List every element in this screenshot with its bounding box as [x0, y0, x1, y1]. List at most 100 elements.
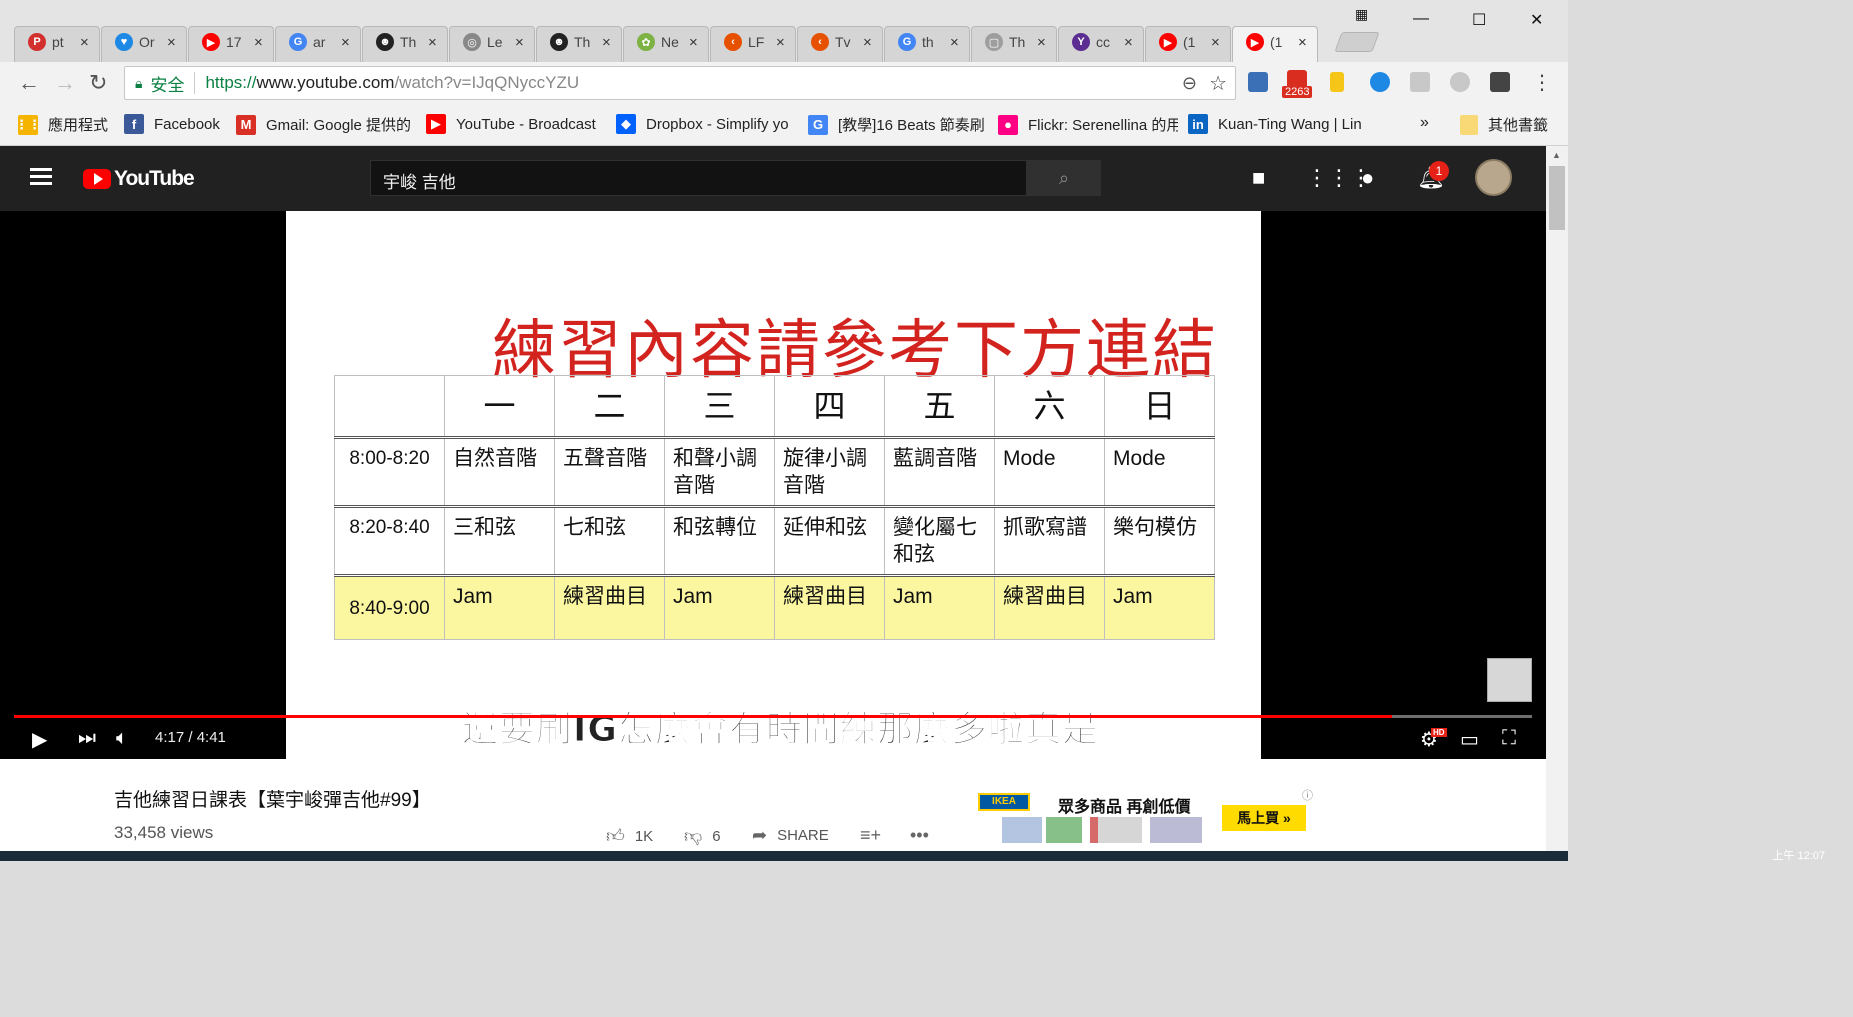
schedule-cell: 變化屬七和弦 — [884, 506, 995, 577]
schedule-cell: Jam — [664, 575, 775, 640]
maximize-button[interactable]: ☐ — [1472, 10, 1486, 30]
bookmark-item[interactable]: ▶ YouTube - Broadcast — [426, 114, 596, 134]
browser-tab[interactable]: ✿ Ne × — [621, 22, 708, 62]
reload-button[interactable]: ↻ — [89, 70, 107, 96]
tab-close-icon[interactable]: × — [776, 34, 785, 51]
y-extension-icon[interactable] — [1450, 72, 1470, 92]
dropbox-extension-icon[interactable] — [1410, 72, 1430, 92]
ad-buy-button[interactable]: 馬上買 » — [1222, 805, 1306, 831]
taskbar-clock: 上午 12:07 — [1772, 850, 1825, 862]
add-to-playlist-button[interactable]: ≡+ — [860, 825, 891, 846]
page-scrollbar[interactable]: ▲ — [1546, 146, 1568, 861]
like-button[interactable]: 👍︎ 1K — [606, 825, 653, 847]
pushbullet-extension-icon[interactable] — [1330, 72, 1344, 92]
tab-close-icon[interactable]: × — [863, 34, 872, 51]
linkedin-icon: in — [1188, 114, 1208, 134]
day-header-cell: 四 — [774, 375, 885, 439]
practice-schedule-table: 一二三四五六日 8:00-8:20 自然音階 五聲音階 和聲小調音階 旋律小調音階 藍調音階… — [334, 375, 1215, 640]
forward-button[interactable]: → — [54, 70, 76, 96]
browser-tab[interactable]: Gth × — [882, 22, 969, 62]
bookmark-item[interactable]: M Gmail: Google 提供的 — [236, 114, 411, 135]
bookmark-item[interactable]: ⋮⋮ 應用程式 — [15, 114, 108, 135]
heart-extension-icon[interactable] — [1370, 72, 1390, 92]
volume-icon[interactable]: 🔈︎ — [116, 727, 128, 750]
tab-close-icon[interactable]: × — [1037, 34, 1046, 51]
upload-video-icon[interactable]: ■ — [1252, 165, 1265, 191]
apps-grid-icon: ⋮⋮ — [15, 114, 41, 135]
tab-title: pt — [52, 34, 64, 50]
zoom-icon[interactable]: ⊖ — [1182, 73, 1197, 94]
tab-favicon-icon: ▶ — [1159, 33, 1177, 51]
tab-favicon-icon: Y — [1072, 33, 1090, 51]
tab-close-icon[interactable]: × — [689, 34, 698, 51]
search-button[interactable]: ⌕ — [1027, 160, 1101, 196]
browser-tab[interactable]: Ycc × — [1056, 22, 1143, 62]
tab-favicon-icon: ✿ — [637, 33, 655, 51]
minimize-button[interactable]: — — [1413, 10, 1429, 28]
avatar[interactable] — [1475, 159, 1512, 196]
bookmarks-overflow-button[interactable]: » — [1420, 114, 1429, 132]
browser-tab[interactable]: ◎ Le × — [447, 22, 534, 62]
tab-close-icon[interactable]: × — [341, 34, 350, 51]
other-bookmarks-folder[interactable]: 其他書籤 — [1460, 114, 1548, 135]
tab-close-icon[interactable]: × — [602, 34, 611, 51]
bookmark-item[interactable]: in Kuan-Ting Wang | Lin — [1188, 114, 1362, 134]
fullscreen-icon[interactable]: ⛶ — [1502, 727, 1516, 750]
theater-mode-icon[interactable]: ▭ — [1460, 727, 1479, 752]
bookmark-item[interactable]: ◆ Dropbox - Simplify yo — [616, 114, 789, 134]
cast-icon[interactable]: ▦ — [1355, 6, 1368, 23]
download-extension-icon[interactable] — [1248, 72, 1268, 92]
browser-menu-icon[interactable]: ⋮ — [1532, 70, 1552, 95]
bookmark-item[interactable]: ● Flickr: Serenellina 的用 — [998, 114, 1178, 135]
play-button[interactable]: ▶ — [32, 727, 47, 752]
tab-close-icon[interactable]: × — [950, 34, 959, 51]
tab-favicon-icon: ☻ — [550, 33, 568, 51]
browser-tab[interactable]: ☻ Th × — [534, 22, 621, 62]
browser-tab[interactable]: ♥ Or × — [99, 22, 186, 62]
browser-tab[interactable]: ▢ Th × — [969, 22, 1056, 62]
lightbulb-extension-icon[interactable] — [1490, 72, 1510, 92]
ikea-logo: IKEA — [978, 793, 1030, 811]
bookmark-item[interactable]: G [教學]16 Beats 節奏刷 — [808, 114, 985, 135]
scroll-up-icon[interactable]: ▲ — [1552, 150, 1561, 160]
schedule-cell: 七和弦 — [554, 506, 665, 577]
browser-tab[interactable]: Ppt × — [12, 22, 99, 62]
tab-close-icon[interactable]: × — [1211, 34, 1220, 51]
bookmark-star-icon[interactable]: ☆ — [1209, 71, 1227, 96]
channel-watermark[interactable] — [1487, 658, 1532, 702]
gmail-icon: M — [236, 114, 256, 135]
share-button[interactable]: ➦ SHARE — [752, 825, 829, 846]
tab-close-icon[interactable]: × — [515, 34, 524, 51]
tab-close-icon[interactable]: × — [1298, 34, 1307, 51]
video-player[interactable]: 練習內容請參考下方連結 一二三四五六日 8:00-8:20 自然音階 五聲音階 和聲小調… — [0, 211, 1546, 759]
new-tab-button[interactable] — [1334, 32, 1380, 52]
scrollbar-thumb[interactable] — [1549, 166, 1565, 230]
tab-close-icon[interactable]: × — [254, 34, 263, 51]
tab-close-icon[interactable]: × — [1124, 34, 1133, 51]
address-bar[interactable]: 🔒︎ 安全 https:// www.youtube.com /watch?v=… — [124, 66, 1236, 100]
schedule-cell: 自然音階 — [444, 437, 555, 508]
browser-tab[interactable]: ‹ LF × — [708, 22, 795, 62]
tab-close-icon[interactable]: × — [428, 34, 437, 51]
next-video-button[interactable]: ⏭︎ — [78, 727, 96, 750]
browser-tab[interactable]: ‹ Tv × — [795, 22, 882, 62]
back-button[interactable]: ← — [18, 70, 40, 96]
bookmark-item[interactable]: f Facebook — [124, 114, 220, 134]
more-actions-button[interactable]: ••• — [910, 825, 939, 846]
lock-icon: 🔒︎ — [135, 74, 143, 91]
browser-tab[interactable]: Gar × — [273, 22, 360, 62]
ad-info-icon[interactable]: ⓘ — [1302, 787, 1313, 803]
tab-close-icon[interactable]: × — [80, 34, 89, 51]
browser-tab[interactable]: ▶ 17 × — [186, 22, 273, 62]
tab-close-icon[interactable]: × — [167, 34, 176, 51]
youtube-logo[interactable]: YouTube — [83, 167, 195, 191]
browser-tab[interactable]: ☻ Th × — [360, 22, 447, 62]
close-window-button[interactable]: ✕ — [1530, 10, 1543, 30]
dislike-button[interactable]: 👎︎ 6 — [684, 825, 721, 847]
browser-tab[interactable]: ▶ (1 × — [1230, 22, 1317, 62]
search-input[interactable]: 宇峻 吉他 — [370, 160, 1027, 196]
messages-icon[interactable]: ● — [1361, 165, 1374, 191]
guide-menu-icon[interactable] — [30, 168, 52, 189]
progress-bar[interactable] — [14, 715, 1532, 718]
browser-tab[interactable]: ▶ (1 × — [1143, 22, 1230, 62]
